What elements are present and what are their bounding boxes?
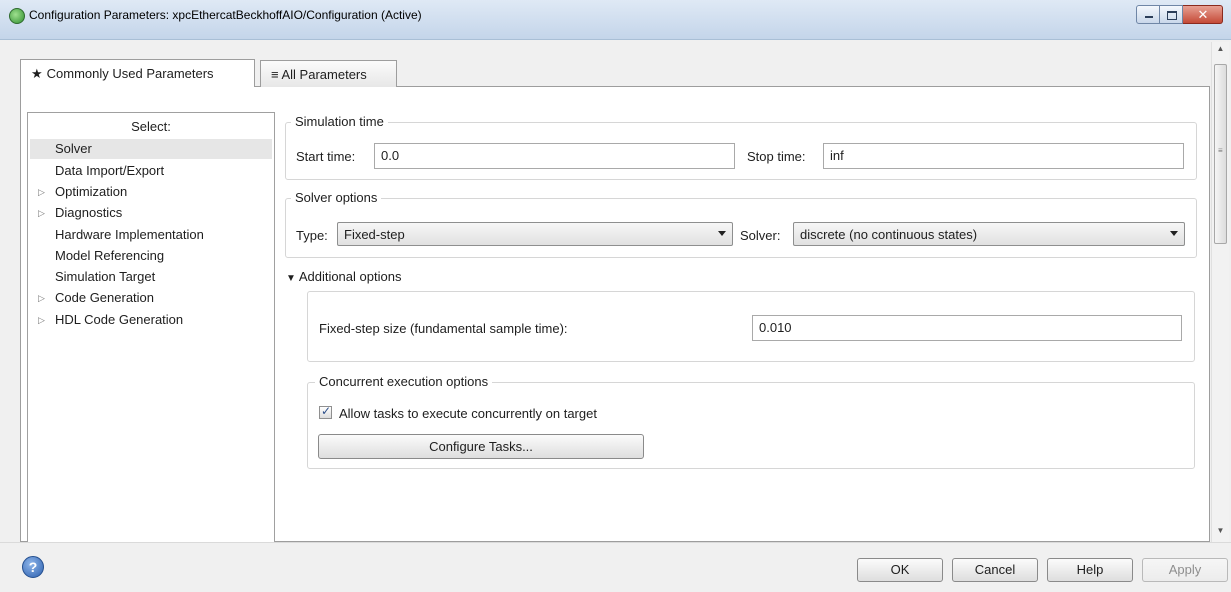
list-icon: ≡ <box>271 67 279 82</box>
close-icon: ✕ <box>1197 7 1209 22</box>
additional-options-toggle[interactable]: ▼ Additional options <box>286 269 401 284</box>
start-time-input[interactable]: 0.0 <box>374 143 735 169</box>
sidebar-item-label: Data Import/Export <box>55 163 165 178</box>
minimize-button[interactable] <box>1136 5 1160 24</box>
expand-arrow-icon[interactable]: ▷ <box>38 203 45 223</box>
grip-icon: ≡ <box>1218 146 1223 155</box>
cancel-button[interactable]: Cancel <box>952 558 1038 582</box>
category-tree[interactable]: Select: Solver Data Import/Export ▷ Optim… <box>27 112 275 542</box>
sidebar-item-optimization[interactable]: ▷ Optimization <box>28 182 274 202</box>
sidebar-item-label: Model Referencing <box>55 248 165 263</box>
configure-tasks-button[interactable]: Configure Tasks... <box>318 434 644 459</box>
solver-type-dropdown[interactable]: Fixed-step <box>337 222 733 246</box>
maximize-button[interactable] <box>1160 5 1183 24</box>
solver-dropdown[interactable]: discrete (no continuous states) <box>793 222 1185 246</box>
collapse-triangle-icon: ▼ <box>286 273 296 284</box>
chevron-down-icon <box>1170 231 1178 236</box>
apply-button[interactable]: Apply <box>1142 558 1228 582</box>
fixed-step-size-label: Fixed-step size (fundamental sample time… <box>319 321 568 336</box>
expand-arrow-icon[interactable]: ▷ <box>38 310 45 330</box>
allow-concurrent-checkbox[interactable]: ✓ <box>319 404 332 419</box>
sidebar-item-label: Optimization <box>55 184 128 199</box>
scroll-thumb[interactable]: ≡ <box>1214 64 1227 244</box>
concurrent-execution-title: Concurrent execution options <box>315 374 493 389</box>
expand-arrow-icon[interactable]: ▷ <box>38 182 45 202</box>
tab-label: All Parameters <box>281 67 367 82</box>
sidebar-item-diagnostics[interactable]: ▷ Diagnostics <box>28 203 274 223</box>
solver-options-title: Solver options <box>291 190 382 205</box>
solver-value: discrete (no continuous states) <box>800 227 978 242</box>
fixed-step-size-input[interactable]: 0.010 <box>752 315 1182 341</box>
scroll-up-arrow-icon[interactable]: ▲ <box>1212 44 1229 58</box>
help-button[interactable]: Help <box>1047 558 1133 582</box>
start-time-label: Start time: <box>296 149 356 164</box>
expand-arrow-icon[interactable]: ▷ <box>38 288 45 308</box>
sidebar-item-hardware-implementation[interactable]: Hardware Implementation <box>28 225 274 245</box>
sidebar-item-label: HDL Code Generation <box>55 312 184 327</box>
stop-time-label: Stop time: <box>747 149 806 164</box>
sidebar-item-label: Hardware Implementation <box>55 227 204 242</box>
sidebar-item-solver[interactable]: Solver <box>30 139 272 159</box>
minimize-icon <box>1145 16 1153 18</box>
dialog-button-bar: ? OK Cancel Help Apply <box>0 542 1231 592</box>
sidebar-item-model-referencing[interactable]: Model Referencing <box>28 246 274 266</box>
vertical-scrollbar[interactable]: ▲ ≡ ▼ <box>1211 42 1229 542</box>
solver-type-value: Fixed-step <box>344 227 405 242</box>
help-question-icon[interactable]: ? <box>22 556 44 578</box>
sidebar-item-simulation-target[interactable]: Simulation Target <box>28 267 274 287</box>
sidebar-item-label: Diagnostics <box>55 205 123 220</box>
stop-time-input[interactable]: inf <box>823 143 1184 169</box>
checkmark-icon: ✓ <box>321 404 332 418</box>
simulation-time-title: Simulation time <box>291 114 388 129</box>
title-bar[interactable]: Configuration Parameters: xpcEthercatBec… <box>0 0 1231 40</box>
scroll-down-arrow-icon[interactable]: ▼ <box>1212 526 1229 540</box>
tab-commonly-used-parameters[interactable]: ★ Commonly Used Parameters <box>20 59 255 87</box>
chevron-down-icon <box>718 231 726 236</box>
sidebar-item-hdl-code-generation[interactable]: ▷ HDL Code Generation <box>28 310 274 330</box>
maximize-icon <box>1167 11 1177 20</box>
tab-all-parameters[interactable]: ≡ All Parameters <box>260 60 397 87</box>
select-header: Select: <box>131 119 171 134</box>
sidebar-item-label: Simulation Target <box>55 269 156 284</box>
allow-concurrent-label: Allow tasks to execute concurrently on t… <box>339 406 597 421</box>
window-title: Configuration Parameters: xpcEthercatBec… <box>29 8 422 22</box>
sidebar-item-data-import-export[interactable]: Data Import/Export <box>28 161 274 181</box>
additional-options-title: Additional options <box>298 269 402 284</box>
star-icon: ★ <box>31 66 43 81</box>
solver-label: Solver: <box>740 228 781 243</box>
sidebar-item-code-generation[interactable]: ▷ Code Generation <box>28 288 274 308</box>
ok-button[interactable]: OK <box>857 558 943 582</box>
sidebar-item-label: Code Generation <box>55 290 155 305</box>
type-label: Type: <box>296 228 328 243</box>
close-button[interactable]: ✕ <box>1183 5 1223 24</box>
simulink-app-icon <box>9 8 25 24</box>
tab-label: Commonly Used Parameters <box>46 66 214 81</box>
sidebar-item-label: Solver <box>55 141 92 156</box>
